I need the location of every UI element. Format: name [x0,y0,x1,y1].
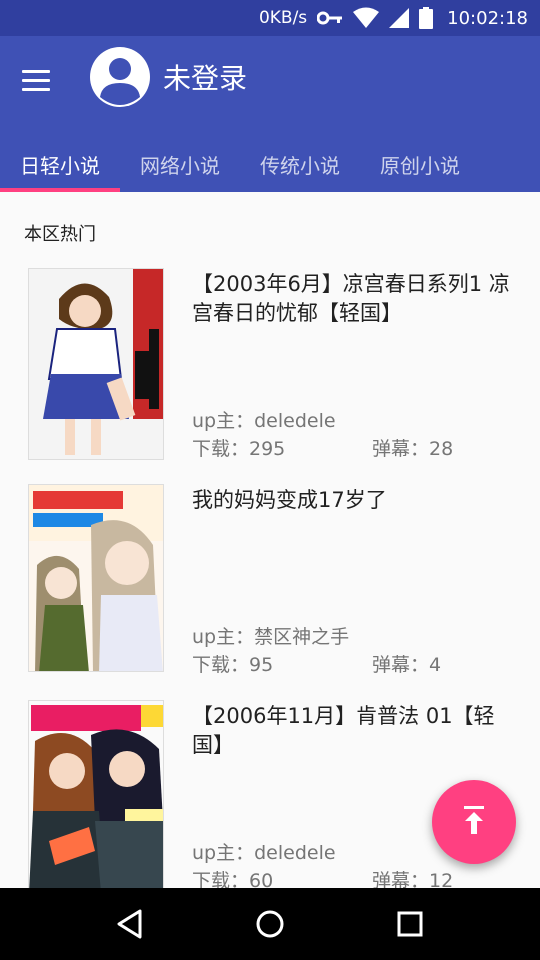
book-cover [28,268,164,460]
battery-icon [419,7,434,29]
book-title: 【2003年6月】凉宫春日系列1 凉宫春日的忧郁【轻国】 [192,272,510,325]
book-uploader: up主：禁区神之手 [192,626,350,648]
book-danmaku: 弹幕：4 [372,654,442,676]
book-title: 【2006年11月】肯普法 01【轻国】 [192,704,495,757]
book-title: 我的妈妈变成17岁了 [192,488,387,512]
status-bar: 0KB/s 10:02:18 [0,0,540,36]
tab-original-novel[interactable]: 原创小说 [360,136,480,192]
list-item[interactable]: 【2003年6月】凉宫春日系列1 凉宫春日的忧郁【轻国】 up主：deledel… [0,268,540,464]
tab-web-novel[interactable]: 网络小说 [120,136,240,192]
tab-light-novel[interactable]: 日轻小说 [0,136,120,192]
section-title: 本区热门 [24,224,96,245]
book-uploader: up主：deledele [192,410,336,432]
scroll-to-top-button[interactable] [432,780,516,864]
book-downloads: 下载：295 [192,438,286,460]
account-circle-icon[interactable] [90,47,150,107]
signal-icon [389,8,410,28]
key-icon [317,11,343,25]
book-danmaku: 弹幕：12 [372,870,454,888]
login-status-title[interactable]: 未登录 [163,56,247,102]
book-uploader: up主：deledele [192,842,336,864]
book-downloads: 下载：95 [192,654,274,676]
list-item[interactable]: 我的妈妈变成17岁了 up主：禁区神之手 下载：95 弹幕：4 [0,484,540,680]
menu-icon[interactable] [22,60,62,100]
back-icon[interactable] [100,894,160,954]
wifi-icon [353,7,380,29]
recents-icon[interactable] [380,894,440,954]
app-bar: 未登录 日轻小说 网络小说 传统小说 原创小说 [0,36,540,192]
tab-traditional-novel[interactable]: 传统小说 [240,136,360,192]
book-danmaku: 弹幕：28 [372,438,454,460]
category-tabs: 日轻小说 网络小说 传统小说 原创小说 [0,136,540,192]
book-cover [28,700,164,888]
system-nav-bar [0,888,540,960]
book-downloads: 下载：60 [192,870,274,888]
clock: 10:02:18 [447,7,528,29]
net-speed: 0KB/s [258,8,308,28]
scroll-to-top-icon [461,806,487,838]
book-cover [28,484,164,672]
home-icon[interactable] [240,894,300,954]
